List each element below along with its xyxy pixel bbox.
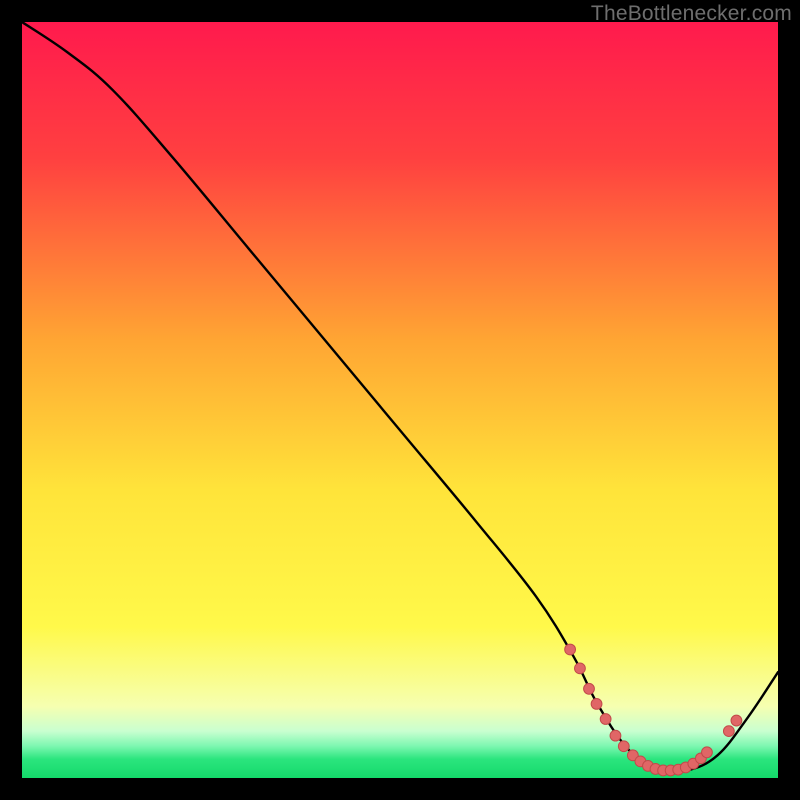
chart-svg [22,22,778,778]
highlight-dot [731,715,742,726]
plot-area [22,22,778,778]
highlight-dot [600,714,611,725]
gradient-background [22,22,778,778]
highlight-dot [591,699,602,710]
highlight-dot [584,683,595,694]
highlight-dot [618,741,629,752]
highlight-dot [565,644,576,655]
watermark-text: TheBottlenecker.com [591,2,792,26]
highlight-dot [610,730,621,741]
chart-frame: TheBottlenecker.com [0,0,800,800]
highlight-dot [723,726,734,737]
highlight-dot [702,747,713,758]
highlight-dot [575,663,586,674]
